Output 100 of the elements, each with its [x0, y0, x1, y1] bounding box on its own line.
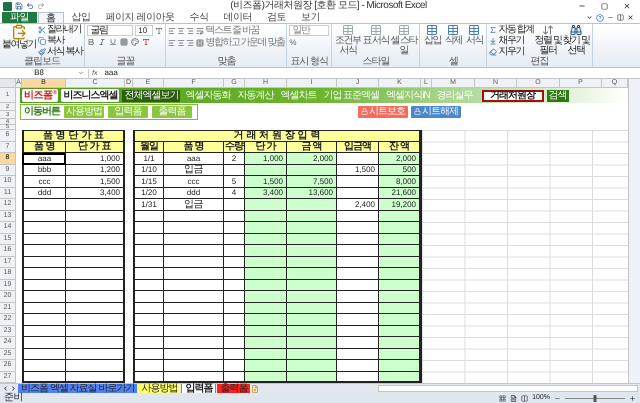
table-cell: [287, 302, 337, 314]
ribbon-button[interactable]: 정렬 및 필터: [534, 24, 562, 56]
ribbon-button[interactable]: 서식: [464, 24, 484, 46]
table-cell: [337, 245, 379, 256]
ribbon-button[interactable]: 삽입: [422, 24, 442, 46]
close-icon[interactable]: [623, 2, 631, 10]
alignment-item[interactable]: 텍스트 줄 바꿈: [196, 25, 284, 36]
table-cell: [337, 337, 379, 348]
table-cell: 1,500: [337, 164, 379, 176]
editing-item[interactable]: 채우기: [489, 35, 534, 46]
ribbon-tab[interactable]: 파일: [2, 12, 37, 23]
table-cell: [66, 314, 125, 326]
table-cell: [337, 314, 379, 326]
table-cell: [245, 222, 287, 234]
collapse-ribbon-icon[interactable]: [586, 14, 593, 21]
table-cell: [287, 222, 337, 234]
maximize-icon[interactable]: [601, 2, 608, 10]
ribbon-button[interactable]: 조건부 서식: [334, 24, 362, 56]
search-button[interactable]: 검색: [546, 90, 569, 102]
table-cell: [66, 326, 125, 337]
ribbon-tab[interactable]: 데이터: [216, 12, 259, 23]
paste-button[interactable]: 붙여넣기: [2, 24, 36, 57]
table-cell: [245, 234, 287, 245]
font-size-field[interactable]: 10: [135, 25, 154, 36]
table-cell: [224, 326, 245, 337]
ribbon-button[interactable]: 셀 스타일: [390, 24, 418, 56]
table-cell: [337, 210, 379, 222]
clipboard-item[interactable]: 잘라내기: [38, 24, 82, 35]
table-cell: [379, 360, 421, 372]
sheet-tab[interactable]: 사용방법: [138, 384, 180, 394]
table-cell: [379, 256, 421, 268]
sheet-tab[interactable]: 비즈폼 엑셀 자료실 바로가기: [18, 384, 138, 394]
align-bottom-icon: [186, 26, 194, 34]
table-cell: [379, 337, 421, 348]
ribbon-tab[interactable]: 홈: [38, 12, 64, 23]
scroll-left-icon[interactable]: [2, 385, 9, 392]
editing-item[interactable]: 지우기: [489, 46, 534, 57]
ribbon-button[interactable]: 삭제: [443, 24, 464, 46]
ribbon-button[interactable]: 표 서식: [362, 24, 390, 46]
redo-icon[interactable]: [37, 2, 45, 10]
table-cell: [66, 360, 125, 372]
ribbon-button[interactable]: 찾기 및 선택: [562, 24, 590, 56]
ribbon-tab[interactable]: 삽입: [64, 12, 98, 23]
table-cell: 3,400: [66, 188, 125, 199]
table-cell: [379, 245, 421, 256]
horizontal-scrollbar[interactable]: [378, 385, 638, 392]
vertical-scrollbar[interactable]: [628, 79, 640, 383]
table-cell: [66, 280, 125, 291]
nav-link[interactable]: 전체엑셀보기: [122, 90, 180, 102]
table-cell: [164, 337, 224, 348]
align-top-icon: [168, 26, 176, 34]
table-cell: [337, 268, 379, 280]
table-cell: [22, 337, 66, 348]
sheet-tab[interactable]: 출력폼: [217, 384, 250, 394]
page-break-icon[interactable]: [521, 394, 528, 402]
undo-icon[interactable]: [26, 2, 34, 10]
alignment-item[interactable]: 병합하고 가운데 맞춤: [196, 37, 284, 48]
logo: 비즈폼$^{®}$: [22, 89, 58, 102]
save-icon[interactable]: [15, 2, 23, 10]
table-cell: [224, 360, 245, 372]
restore-icon[interactable]: [617, 14, 624, 21]
font-name-field[interactable]: 굴림: [87, 25, 134, 36]
zoom-in-icon[interactable]: [629, 394, 636, 402]
ribbon-tab[interactable]: 보기: [294, 12, 327, 23]
zoom-slider-thumb[interactable]: [594, 394, 596, 402]
clipboard-item[interactable]: 서식 복사: [38, 46, 82, 57]
brand-name: 비즈니스엑셀: [61, 89, 120, 102]
normal-view-icon[interactable]: [499, 394, 506, 402]
table-cell: 19,200: [379, 199, 421, 210]
ribbon-tab[interactable]: 수식: [182, 12, 216, 23]
table-cell: [337, 372, 379, 383]
align-right-icon: [186, 38, 194, 46]
copy-icon: [38, 36, 46, 44]
table-cell: [379, 291, 421, 302]
table-cell: [337, 360, 379, 372]
table-cell: [337, 291, 379, 302]
table-cell: [22, 314, 66, 326]
table-cell: [379, 222, 421, 234]
help-icon[interactable]: [596, 14, 604, 22]
sheet-tab[interactable]: 입력폼: [181, 384, 216, 394]
scroll-right-icon[interactable]: [10, 385, 17, 392]
table-cell: [287, 348, 337, 360]
table-cell: 1,500: [245, 176, 287, 188]
page-layout-icon[interactable]: [510, 394, 518, 402]
binoculars-icon: [570, 24, 582, 36]
clipboard-item[interactable]: 복사: [38, 35, 82, 46]
minimize-icon[interactable]: [607, 14, 614, 21]
ribbon-tab[interactable]: 검토: [260, 12, 293, 23]
lock-icon: [361, 108, 368, 115]
editing-item[interactable]: 자동 합계: [489, 24, 534, 35]
cell-grid-icon: [468, 24, 480, 36]
table-cell: 2,400: [337, 199, 379, 210]
sheet-protection-button[interactable]: 시트해제: [411, 106, 461, 118]
search-field[interactable]: 거래처원장: [482, 90, 544, 102]
table-cell: [133, 326, 164, 337]
table-cell: ddd: [164, 188, 224, 199]
close-icon[interactable]: [627, 14, 634, 21]
number-format-field[interactable]: 일반: [289, 25, 330, 36]
ribbon-tab[interactable]: 페이지 레이아웃: [98, 12, 182, 23]
table-cell: [22, 302, 66, 314]
